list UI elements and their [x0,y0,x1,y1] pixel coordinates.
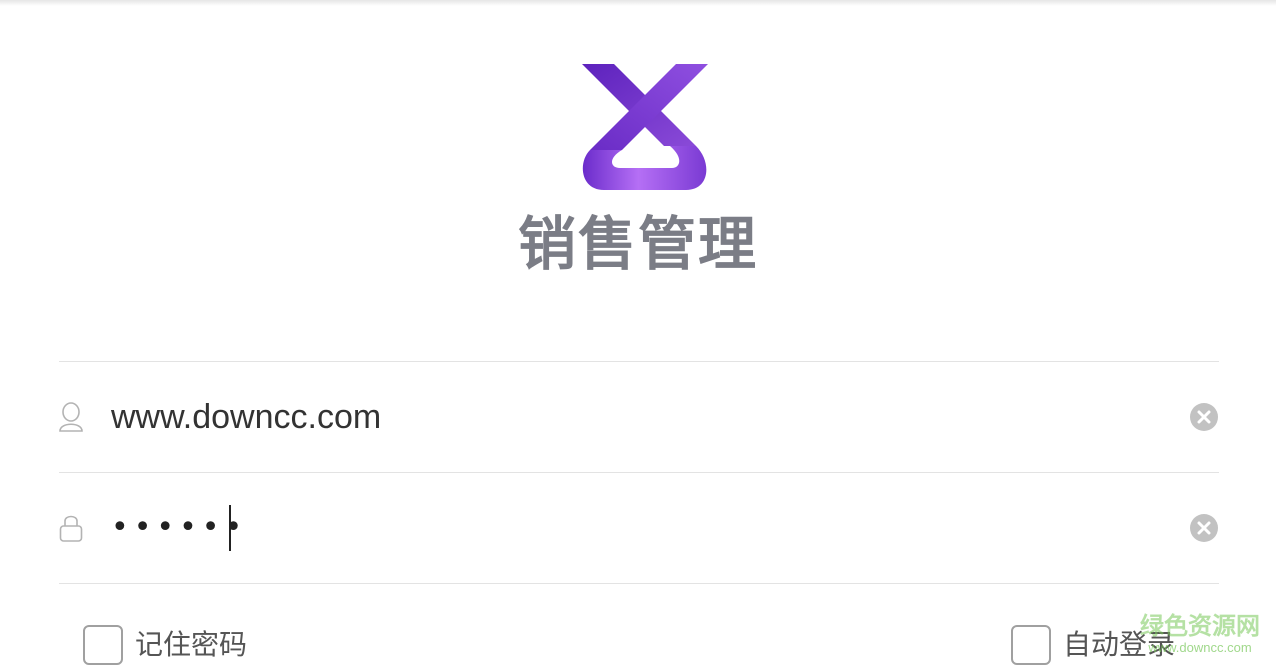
password-input[interactable]: •••••• [111,473,247,583]
auto-login-checkbox[interactable] [1011,625,1051,665]
clear-icon[interactable] [1189,513,1219,543]
app-title: 销售管理 [517,210,758,278]
remember-password-label: 记住密码 [135,628,248,661]
watermark-cn: 绿色资源网 [1140,612,1260,640]
divider-bottom [59,583,1219,584]
username-input[interactable]: www.downcc.com [111,362,381,472]
remember-password-option[interactable]: 记住密码 [83,622,323,666]
clear-icon[interactable] [1189,402,1219,432]
remember-password-checkbox[interactable] [83,625,123,665]
username-field[interactable]: www.downcc.com [59,362,1219,472]
watermark: 绿色资源网 www.downcc.com [1140,612,1260,656]
lock-icon [59,515,83,542]
text-caret [229,505,231,551]
top-shadow [0,0,1276,6]
user-icon [59,402,83,432]
sales-management-logo-icon [582,64,708,190]
watermark-en: www.downcc.com [1148,640,1252,655]
password-field[interactable]: •••••• [59,473,1219,583]
